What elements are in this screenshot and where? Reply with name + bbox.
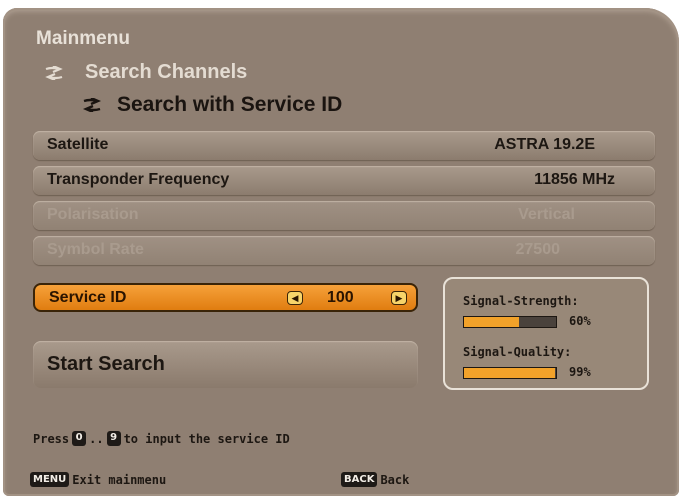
satellite-value: ASTRA 19.2E	[494, 136, 595, 153]
signal-quality-fill	[464, 368, 556, 378]
key-9-icon: 9	[106, 431, 121, 446]
satellite-label: Satellite	[47, 136, 109, 153]
polarisation-label: Polarisation	[47, 206, 139, 223]
signal-strength-value: 60%	[569, 314, 591, 328]
submenu-arrow-icon	[81, 98, 103, 112]
page-title-label: Search with Service ID	[117, 93, 343, 116]
polarisation-value: Vertical	[518, 206, 575, 223]
menu-key-icon: MENU	[30, 472, 70, 487]
exit-mainmenu-hint[interactable]: MENU Exit mainmenu	[27, 472, 166, 487]
breadcrumb-search-channels: Search Channels	[43, 61, 247, 84]
submenu-arrow-icon	[43, 65, 65, 80]
service-id-label: Service ID	[49, 289, 127, 306]
breadcrumb-mainmenu: Mainmenu	[36, 28, 130, 49]
signal-panel: Signal-Strength: 60% Signal-Quality: 99%	[443, 277, 649, 390]
polarisation-row: Polarisation Vertical	[33, 201, 655, 230]
symbol-rate-row: Symbol Rate 27500	[33, 236, 655, 265]
main-menu-panel: Mainmenu Search Channels Search with Ser…	[3, 8, 679, 496]
back-key-icon: BACK	[341, 472, 378, 487]
page-title: Search with Service ID	[81, 93, 342, 117]
exit-mainmenu-label: Exit mainmenu	[72, 472, 167, 487]
symbol-rate-label: Symbol Rate	[47, 241, 144, 258]
start-search-button[interactable]: Start Search	[33, 341, 418, 388]
signal-strength-bar	[463, 316, 557, 328]
service-id-row[interactable]: Service ID ◀ 100 ▶	[33, 283, 418, 312]
hint-prefix: Press	[33, 431, 70, 446]
signal-strength-label: Signal-Strength:	[463, 294, 579, 308]
signal-strength-fill	[464, 317, 520, 327]
signal-quality-label: Signal-Quality:	[463, 345, 572, 359]
satellite-row[interactable]: Satellite ASTRA 19.2E	[33, 131, 655, 160]
back-label: Back	[380, 472, 410, 487]
signal-quality-bar	[463, 367, 557, 379]
hint-dots: ..	[89, 431, 104, 446]
input-hint: Press 0 .. 9 to input the service ID	[33, 431, 290, 446]
transponder-frequency-row[interactable]: Transponder Frequency 11856 MHz	[33, 166, 655, 195]
transponder-frequency-value: 11856 MHz	[534, 171, 615, 188]
left-arrow-icon[interactable]: ◀	[287, 291, 303, 305]
right-arrow-icon[interactable]: ▶	[391, 291, 407, 305]
signal-quality-value: 99%	[569, 365, 591, 379]
back-hint[interactable]: BACK Back	[338, 472, 409, 487]
breadcrumb-sub-label: Search Channels	[85, 61, 248, 83]
symbol-rate-value: 27500	[515, 241, 561, 258]
start-search-label: Start Search	[47, 353, 165, 375]
service-id-value[interactable]: 100	[327, 289, 354, 307]
hint-suffix: to input the service ID	[123, 431, 290, 446]
key-0-icon: 0	[72, 431, 87, 446]
transponder-frequency-label: Transponder Frequency	[47, 171, 230, 188]
